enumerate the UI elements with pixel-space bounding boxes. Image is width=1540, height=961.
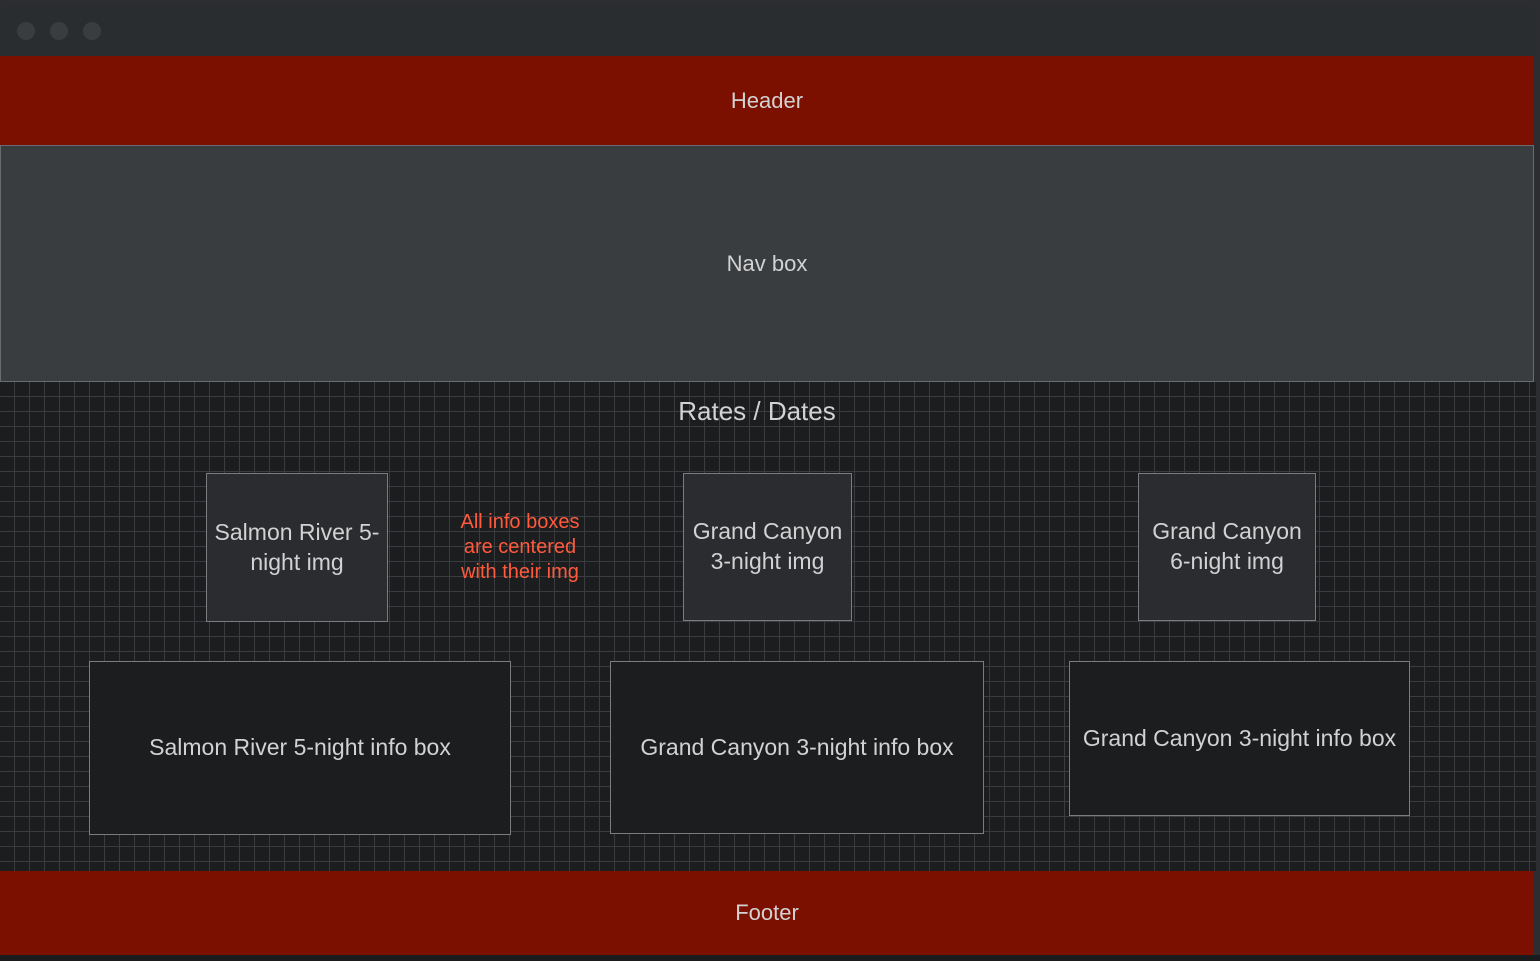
window-minimize-icon[interactable] (50, 22, 68, 40)
centering-note: All info boxes are centered with their i… (460, 511, 580, 583)
info-box-label: Salmon River 5-night info box (149, 734, 451, 761)
nav-box: Nav box (0, 145, 1534, 382)
window-maximize-icon[interactable] (83, 22, 101, 40)
app-window: Header Nav box Rates / Dates Salmon Rive… (0, 0, 1540, 961)
grand-canyon-6-night-img: Grand Canyon 6-night img (1138, 473, 1316, 621)
grand-canyon-3-night-info-box: Grand Canyon 3-night info box (610, 661, 984, 834)
header-box: Header (0, 56, 1534, 145)
img-label: Salmon River 5-night img (214, 518, 380, 575)
footer-label: Footer (735, 900, 799, 925)
header-label: Header (730, 87, 804, 113)
footer-box: Footer (0, 871, 1534, 955)
salmon-river-5-night-img: Salmon River 5-night img (206, 473, 388, 622)
info-box-label: Grand Canyon 3-night info box (640, 733, 954, 760)
info-box-label: Grand Canyon 3-night info box (1082, 725, 1397, 751)
section-title: Rates / Dates (678, 396, 836, 426)
rates-dates-section: Rates / Dates Salmon River 5-night img A… (0, 382, 1536, 871)
window-bottom-edge (0, 955, 1540, 961)
window-close-icon[interactable] (17, 22, 35, 40)
img-label: Grand Canyon 3-night img (692, 518, 843, 574)
grand-canyon-3-night-img: Grand Canyon 3-night img (683, 473, 852, 621)
salmon-river-5-night-info-box: Salmon River 5-night info box (89, 661, 511, 835)
img-label: Grand Canyon 6-night img (1152, 518, 1302, 574)
nav-label: Nav box (726, 250, 808, 276)
grand-canyon-3-night-info-box-2: Grand Canyon 3-night info box (1069, 661, 1410, 816)
window-titlebar (0, 6, 1536, 56)
